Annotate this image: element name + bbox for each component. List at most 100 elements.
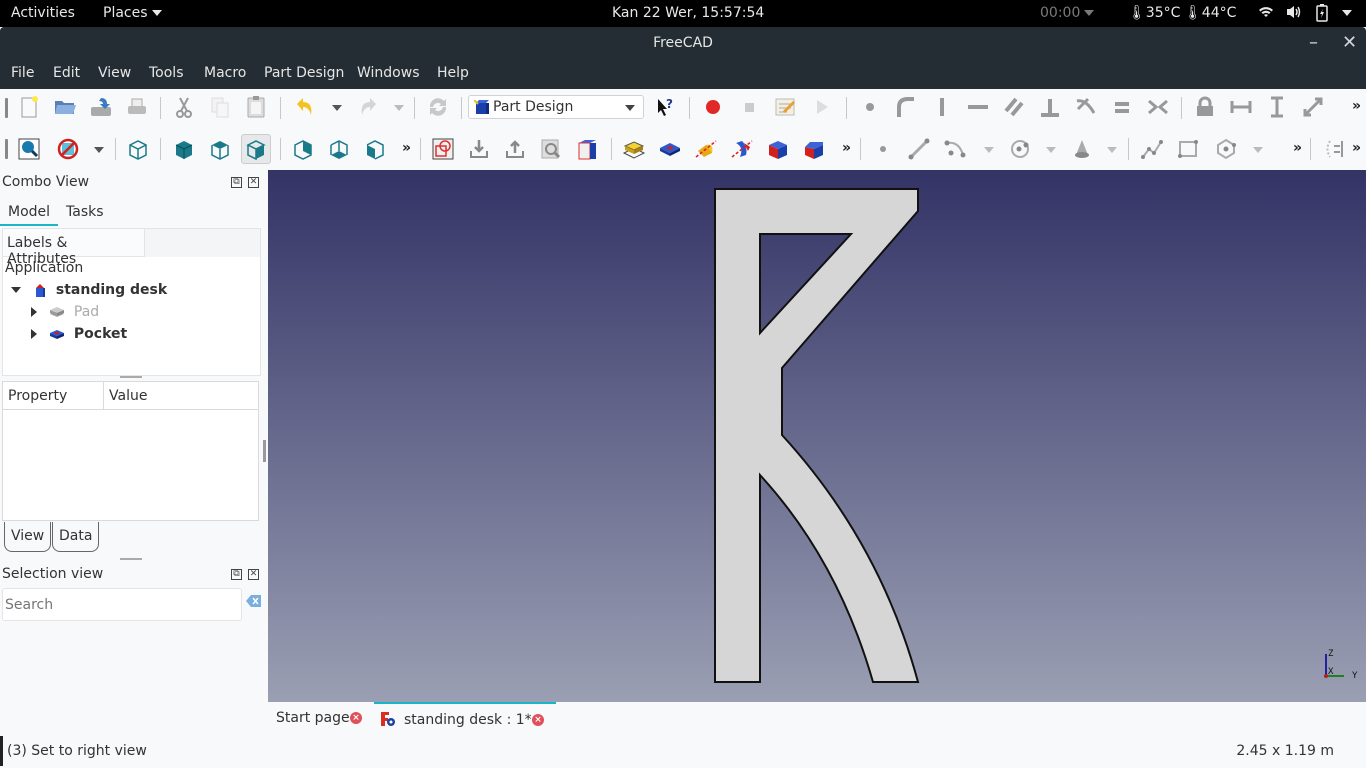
inspect-button[interactable]	[536, 134, 566, 164]
menu-windows[interactable]: Windows	[357, 65, 420, 81]
constrain-parallel-button[interactable]	[999, 92, 1029, 122]
float-panel-icon[interactable]: ⧉	[231, 177, 242, 188]
view-front-button[interactable]	[169, 134, 199, 164]
clear-search-icon[interactable]	[246, 594, 262, 608]
toolbar-handle[interactable]	[5, 98, 8, 118]
column-value[interactable]: Value	[104, 382, 258, 410]
tree-item-pad[interactable]: Pad	[31, 304, 99, 320]
fillet-button[interactable]	[763, 134, 793, 164]
toolbar-overflow-button[interactable]: »	[1352, 140, 1361, 156]
tab-model[interactable]: Model	[0, 204, 58, 226]
paste-button[interactable]	[241, 92, 271, 122]
menu-help[interactable]: Help	[437, 65, 469, 81]
menu-tools[interactable]: Tools	[149, 65, 184, 81]
sketch-arc-tool[interactable]	[940, 134, 970, 164]
macro-record-button[interactable]	[698, 92, 728, 122]
copy-button[interactable]	[205, 92, 235, 122]
sketch-line-tool[interactable]	[904, 134, 934, 164]
tab-start-page[interactable]: Start page ×	[268, 702, 372, 734]
sketch-circle-tool[interactable]	[1005, 134, 1035, 164]
polygon-tool-dropdown[interactable]	[1253, 147, 1263, 153]
undo-dropdown[interactable]	[332, 105, 342, 111]
pocket-button[interactable]	[655, 134, 685, 164]
constrain-lock-button[interactable]	[1190, 92, 1220, 122]
import-button[interactable]	[464, 134, 494, 164]
sketch-conic-tool[interactable]	[1067, 134, 1097, 164]
macro-run-button[interactable]	[806, 92, 836, 122]
redo-button[interactable]	[353, 92, 383, 122]
revolution-button[interactable]	[691, 134, 721, 164]
whats-this-button[interactable]: ?	[649, 92, 679, 122]
pad-button[interactable]	[619, 134, 649, 164]
menu-file[interactable]: File	[11, 65, 34, 81]
tree-item-document[interactable]: standing desk	[11, 282, 167, 298]
wifi-icon[interactable]	[1258, 4, 1274, 24]
volume-icon[interactable]	[1285, 4, 1303, 24]
menu-part-design[interactable]: Part Design	[264, 65, 344, 81]
constrain-horizontal-distance-button[interactable]	[1226, 92, 1256, 122]
activities-button[interactable]: Activities	[11, 5, 75, 21]
close-panel-icon[interactable]: ✕	[248, 177, 259, 188]
temp-sensor-1[interactable]: 🌡︎35°C	[1128, 5, 1180, 21]
constrain-perpendicular-button[interactable]	[1035, 92, 1065, 122]
menu-macro[interactable]: Macro	[204, 65, 246, 81]
tree-item-pocket[interactable]: Pocket	[31, 326, 127, 342]
temp-sensor-2[interactable]: 🌡︎44°C	[1184, 5, 1236, 21]
3d-viewport[interactable]: Z X Y	[268, 170, 1366, 702]
refresh-button[interactable]	[423, 92, 453, 122]
panel-resize-handle[interactable]	[263, 440, 266, 462]
constrain-distance-button[interactable]	[1298, 92, 1328, 122]
cut-button[interactable]	[169, 92, 199, 122]
draw-style-dropdown[interactable]	[94, 147, 104, 153]
workbench-selector[interactable]: Part Design	[468, 95, 644, 119]
column-property[interactable]: Property	[3, 382, 104, 410]
part-body-button[interactable]	[572, 134, 602, 164]
minimize-button[interactable]: –	[1309, 32, 1318, 53]
sketch-point-tool[interactable]	[868, 134, 898, 164]
sketch-point-button[interactable]	[855, 92, 885, 122]
menu-view[interactable]: View	[98, 65, 131, 81]
sketch-polygon-tool[interactable]	[1211, 134, 1241, 164]
macro-stop-button[interactable]	[734, 92, 764, 122]
close-tab-icon[interactable]: ×	[350, 712, 362, 724]
chamfer-button[interactable]	[799, 134, 829, 164]
splitter-handle[interactable]	[120, 558, 142, 560]
menu-edit[interactable]: Edit	[53, 65, 80, 81]
print-button[interactable]	[122, 92, 152, 122]
constrain-vertical-distance-button[interactable]	[1262, 92, 1292, 122]
float-panel-icon[interactable]: ⧉	[231, 569, 242, 580]
draw-style-button[interactable]	[53, 134, 83, 164]
splitter-handle[interactable]	[120, 376, 142, 378]
undo-button[interactable]	[290, 92, 320, 122]
sketch-polyline-tool[interactable]	[1137, 134, 1167, 164]
expand-arrow-icon[interactable]	[31, 329, 37, 339]
tab-data[interactable]: Data	[52, 522, 100, 552]
clock[interactable]: Kan 22 Wer, 15:57:54	[612, 5, 764, 21]
close-window-button[interactable]: ✕	[1342, 32, 1357, 53]
measure-button[interactable]	[428, 134, 458, 164]
groove-button[interactable]	[727, 134, 757, 164]
view-rear-button[interactable]	[288, 134, 318, 164]
system-menu-arrow[interactable]	[1338, 5, 1352, 21]
selection-search-input[interactable]	[2, 588, 242, 621]
toolbar-overflow-button[interactable]: »	[402, 140, 411, 156]
sketch-trim-tool[interactable]	[1319, 134, 1349, 164]
toolbar-overflow-button[interactable]: »	[842, 140, 851, 156]
view-isometric-button[interactable]	[123, 134, 153, 164]
fit-all-button[interactable]	[14, 134, 44, 164]
tab-tasks[interactable]: Tasks	[66, 204, 104, 220]
new-document-button[interactable]	[14, 92, 44, 122]
toolbar-handle[interactable]	[5, 139, 8, 159]
arc-tool-dropdown[interactable]	[984, 147, 994, 153]
conic-tool-dropdown[interactable]	[1107, 147, 1117, 153]
battery-icon[interactable]	[1316, 4, 1328, 26]
constrain-equal-button[interactable]	[1107, 92, 1137, 122]
expand-arrow-icon[interactable]	[31, 307, 37, 317]
constrain-vertical-button[interactable]	[927, 92, 957, 122]
toolbar-overflow-button[interactable]: »	[1352, 98, 1361, 114]
close-tab-icon[interactable]: ×	[532, 714, 544, 726]
tab-standing-desk[interactable]: standing desk : 1* ×	[374, 702, 556, 734]
save-button[interactable]	[86, 92, 116, 122]
expand-arrow-icon[interactable]	[11, 287, 21, 293]
toolbar-overflow-button[interactable]: »	[1293, 140, 1302, 156]
